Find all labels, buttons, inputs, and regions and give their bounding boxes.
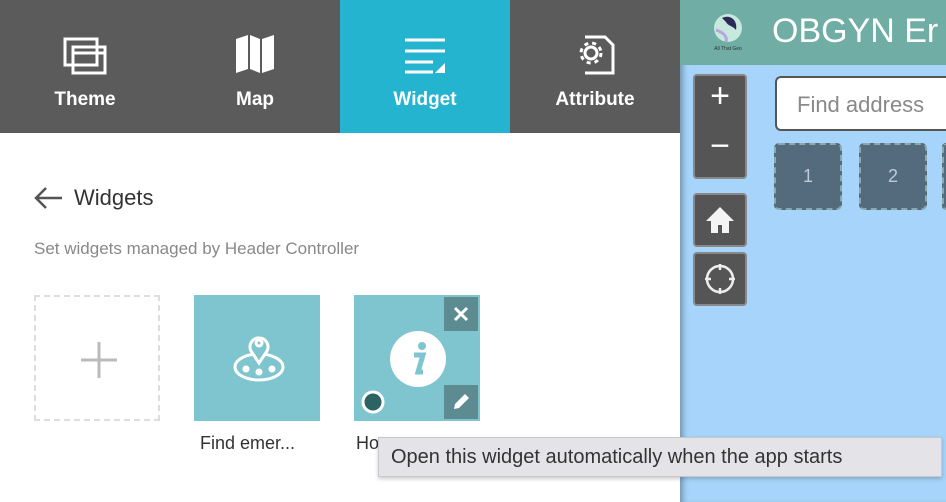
pencil-icon xyxy=(454,394,469,409)
tab-map[interactable]: Map xyxy=(170,0,340,133)
close-icon xyxy=(453,306,469,322)
tab-label: Attribute xyxy=(555,89,635,110)
widget-tile-find[interactable] xyxy=(194,295,320,421)
tab-widget[interactable]: Widget xyxy=(340,0,510,133)
logo: All That Geo xyxy=(714,14,742,52)
map-preview: All That Geo OBGYN Er + − Find address 1… xyxy=(680,0,946,502)
tab-theme[interactable]: Theme xyxy=(0,0,170,133)
home-icon xyxy=(706,207,734,233)
widget-placeholder[interactable]: 1 xyxy=(774,143,842,210)
home-button[interactable] xyxy=(693,193,747,247)
back-button[interactable]: Widgets xyxy=(34,185,153,211)
zoom-control: + − xyxy=(693,74,747,179)
map-icon xyxy=(236,35,274,73)
theme-icon xyxy=(63,37,107,75)
panel-title: Widgets xyxy=(74,185,154,210)
attribute-icon xyxy=(579,35,615,75)
locate-button[interactable] xyxy=(693,252,747,306)
tab-label: Widget xyxy=(393,89,457,110)
top-nav: Theme Map Widget Attribute xyxy=(0,0,680,133)
widget-label: Ho xyxy=(356,433,380,453)
tooltip: Open this widget automatically when the … xyxy=(378,437,942,477)
panel-subtitle: Set widgets managed by Header Controller xyxy=(34,239,360,258)
widget-placeholder[interactable] xyxy=(942,143,946,210)
plus-icon xyxy=(81,342,117,378)
widget-icon xyxy=(405,38,445,74)
widget-label: Find emer... xyxy=(200,433,296,453)
tab-label: Theme xyxy=(54,89,116,110)
search-input[interactable]: Find address xyxy=(775,76,946,131)
app-title: OBGYN Er xyxy=(772,12,939,50)
tab-label: Map xyxy=(236,89,274,110)
widget-placeholder[interactable]: 2 xyxy=(859,143,927,210)
zoom-in-button[interactable]: + xyxy=(710,77,730,127)
remove-widget-button[interactable] xyxy=(444,297,478,331)
add-widget-button[interactable] xyxy=(34,295,160,421)
zoom-out-button[interactable]: − xyxy=(710,127,730,177)
location-pin-icon xyxy=(233,336,285,382)
edit-widget-button[interactable] xyxy=(444,385,478,419)
arrow-left-icon xyxy=(34,187,62,209)
svg-text:All That Geo: All That Geo xyxy=(714,46,742,52)
crosshair-icon xyxy=(705,264,735,294)
tab-attribute[interactable]: Attribute xyxy=(510,0,680,133)
widget-tile-info[interactable] xyxy=(354,295,480,421)
app-header: All That Geo OBGYN Er xyxy=(680,0,946,65)
